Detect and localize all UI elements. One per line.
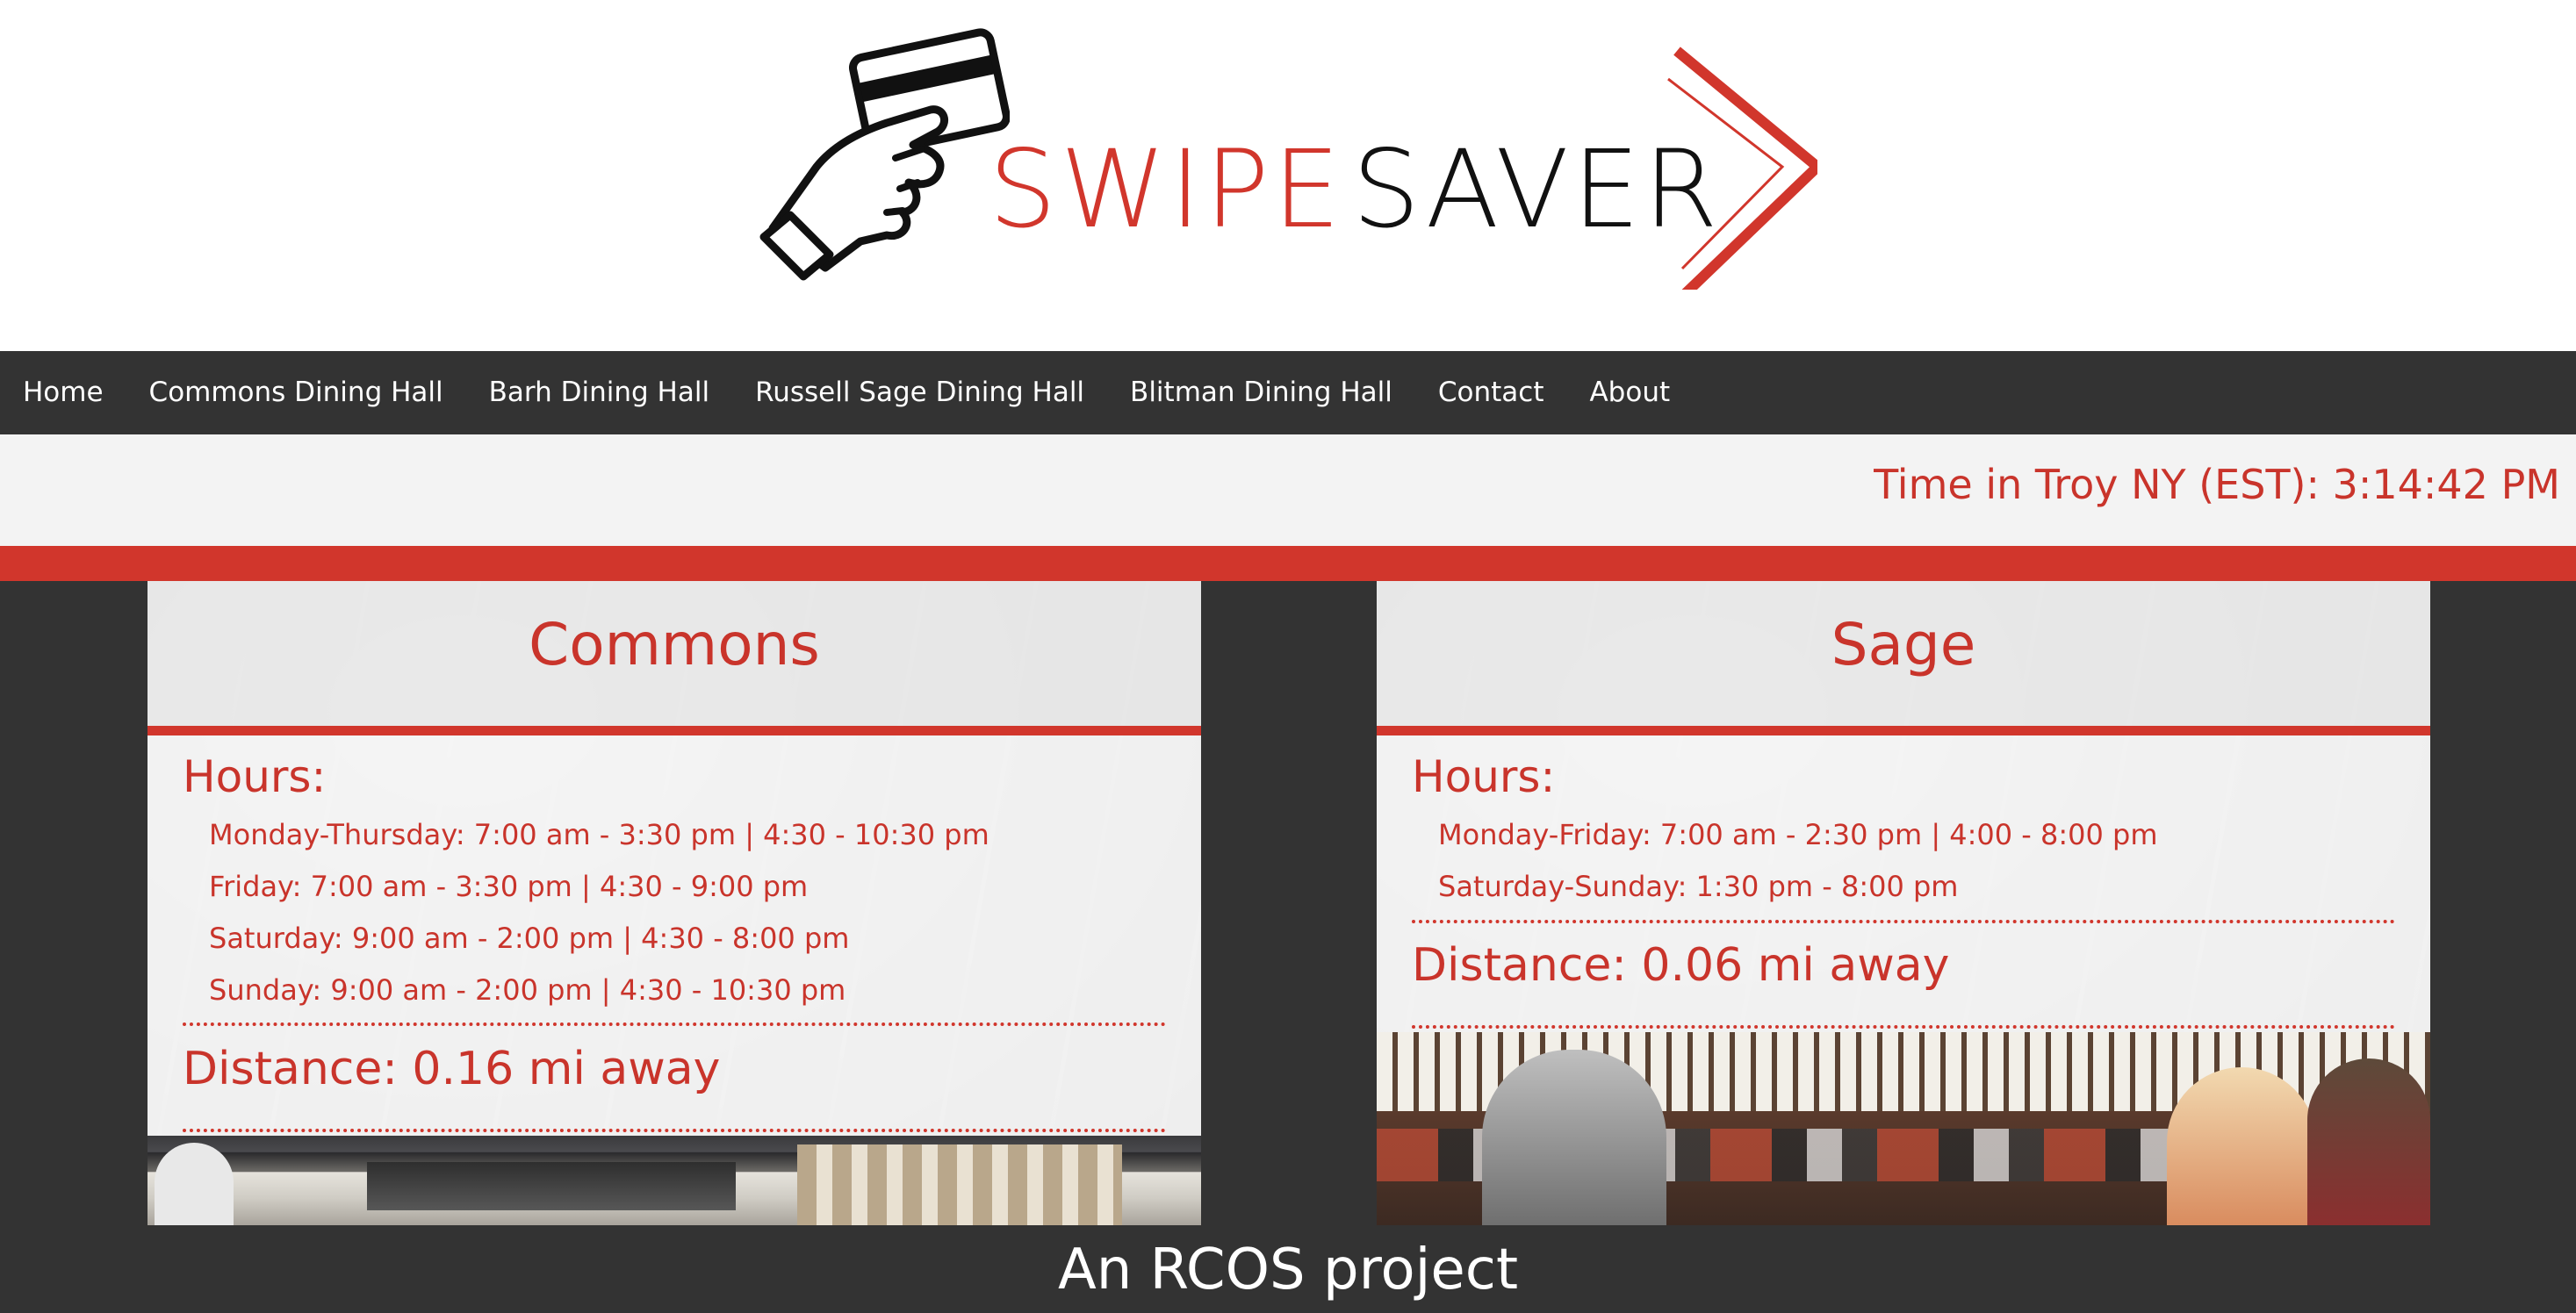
hours-line: Sunday: 9:00 am - 2:00 pm | 4:30 - 10:30… — [209, 973, 846, 1007]
logo-word-swipe: SWIPE — [989, 127, 1344, 252]
site-logo[interactable]: SWIPE SAVER — [755, 26, 1826, 307]
card-info-panel: Hours: Monday-Friday: 7:00 am - 2:30 pm … — [1377, 735, 2430, 1032]
dotted-divider — [183, 1129, 1166, 1132]
troy-clock: Time in Troy NY (EST): 3:14:42 PM — [1874, 461, 2560, 508]
footer-text: An RCOS project — [1057, 1238, 1519, 1302]
card-title: Sage — [1831, 611, 1976, 678]
nav-home[interactable]: Home — [0, 351, 126, 434]
card-info-panel: Hours: Monday-Thursday: 7:00 am - 3:30 p… — [148, 735, 1201, 1136]
photo-detail — [155, 1143, 234, 1225]
nav-barh-dining-hall[interactable]: Barh Dining Hall — [466, 351, 732, 434]
photo-detail — [1482, 1050, 1666, 1225]
dotted-divider — [1412, 920, 2395, 923]
site-header: SWIPE SAVER — [0, 0, 2576, 351]
chevron-right-icon — [1667, 47, 1817, 290]
dotted-divider — [183, 1022, 1166, 1026]
nav-contact[interactable]: Contact — [1415, 351, 1567, 434]
dotted-divider — [1412, 1025, 2395, 1029]
nav-blitman-dining-hall[interactable]: Blitman Dining Hall — [1107, 351, 1415, 434]
photo-detail — [2307, 1058, 2430, 1225]
accent-divider — [0, 546, 2576, 581]
hours-line: Saturday-Sunday: 1:30 pm - 8:00 pm — [1438, 870, 1959, 903]
dining-card-commons[interactable]: Commons Hours: Monday-Thursday: 7:00 am … — [148, 581, 1201, 1225]
hours-line: Monday-Friday: 7:00 am - 2:30 pm | 4:00 … — [1438, 818, 2158, 851]
hand-holding-card-icon — [759, 28, 1010, 281]
hours-line: Saturday: 9:00 am - 2:00 pm | 4:30 - 8:0… — [209, 922, 850, 955]
photo-detail — [367, 1162, 736, 1210]
distance-text: Distance: 0.16 mi away — [183, 1043, 721, 1095]
card-title-divider — [148, 726, 1201, 735]
time-bar: Time in Troy NY (EST): 3:14:42 PM — [0, 434, 2576, 546]
main-nav: Home Commons Dining Hall Barh Dining Hal… — [0, 351, 2576, 434]
photo-detail — [2167, 1067, 2316, 1225]
card-title: Commons — [529, 611, 820, 678]
distance-text: Distance: 0.06 mi away — [1412, 939, 1950, 992]
hours-label: Hours: — [183, 751, 327, 802]
hours-label: Hours: — [1412, 751, 1556, 802]
hours-line: Friday: 7:00 am - 3:30 pm | 4:30 - 9:00 … — [209, 870, 809, 903]
card-title-band: Commons — [148, 581, 1201, 726]
photo-detail — [797, 1144, 1122, 1225]
card-title-band: Sage — [1377, 581, 2430, 726]
nav-about[interactable]: About — [1566, 351, 1693, 434]
dining-card-sage[interactable]: Sage Hours: Monday-Friday: 7:00 am - 2:3… — [1377, 581, 2430, 1225]
hours-line: Monday-Thursday: 7:00 am - 3:30 pm | 4:3… — [209, 818, 989, 851]
dining-hall-photo — [1377, 1032, 2430, 1225]
dining-hall-photo — [148, 1136, 1201, 1225]
card-title-divider — [1377, 726, 2430, 735]
nav-russell-sage-dining-hall[interactable]: Russell Sage Dining Hall — [732, 351, 1107, 434]
nav-commons-dining-hall[interactable]: Commons Dining Hall — [126, 351, 466, 434]
